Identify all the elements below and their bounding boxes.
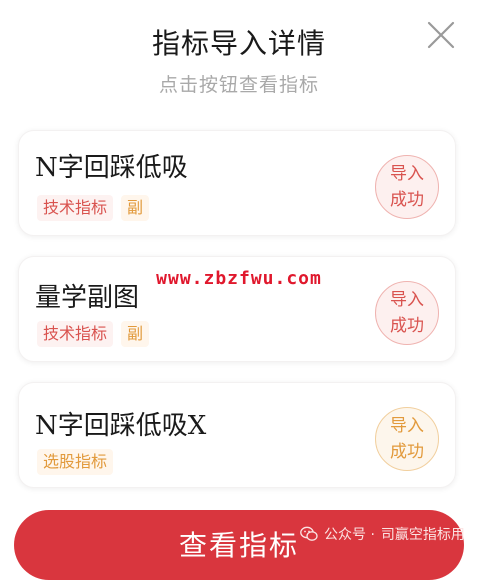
- import-status-line-2: 成功: [390, 190, 424, 210]
- source-name: 司赢空指标用: [380, 527, 465, 543]
- site-watermark: www.zbzfwu.com: [156, 268, 322, 289]
- indicator-card[interactable]: N字回踩低吸 技术指标 副 导入 成功: [18, 130, 456, 236]
- wechat-icon: [300, 526, 318, 541]
- import-status-line-1: 导入: [390, 164, 424, 184]
- import-status-badge: 导入 成功: [375, 155, 439, 219]
- indicator-chart-tag: 副: [121, 321, 150, 347]
- indicator-card[interactable]: N字回踩低吸X 选股指标 导入 成功: [18, 382, 456, 488]
- indicator-type-tag: 选股指标: [37, 449, 114, 475]
- import-status-badge: 导入 成功: [375, 407, 439, 471]
- import-status-line-2: 成功: [390, 442, 424, 462]
- source-attribution: 公众号 · 司赢空指标用: [300, 524, 465, 544]
- indicator-type-tag: 技术指标: [37, 321, 114, 347]
- dialog-title: 指标导入详情: [151, 27, 326, 60]
- view-indicators-button[interactable]: 查看指标: [14, 510, 464, 580]
- indicator-name: N字回踩低吸: [35, 153, 188, 183]
- import-status-line-2: 成功: [390, 316, 424, 336]
- import-status-badge: 导入 成功: [375, 281, 439, 345]
- import-status-line-1: 导入: [390, 416, 424, 436]
- indicator-name: N字回踩低吸X: [35, 411, 207, 441]
- indicator-chart-tag: 副: [121, 195, 150, 221]
- import-status-line-1: 导入: [390, 290, 424, 310]
- indicator-type-tag: 技术指标: [37, 195, 114, 221]
- dialog-subtitle: 点击按钮查看指标: [158, 74, 319, 96]
- close-button[interactable]: [422, 16, 460, 54]
- close-icon: [427, 21, 455, 49]
- source-prefix: 公众号 ·: [324, 527, 375, 543]
